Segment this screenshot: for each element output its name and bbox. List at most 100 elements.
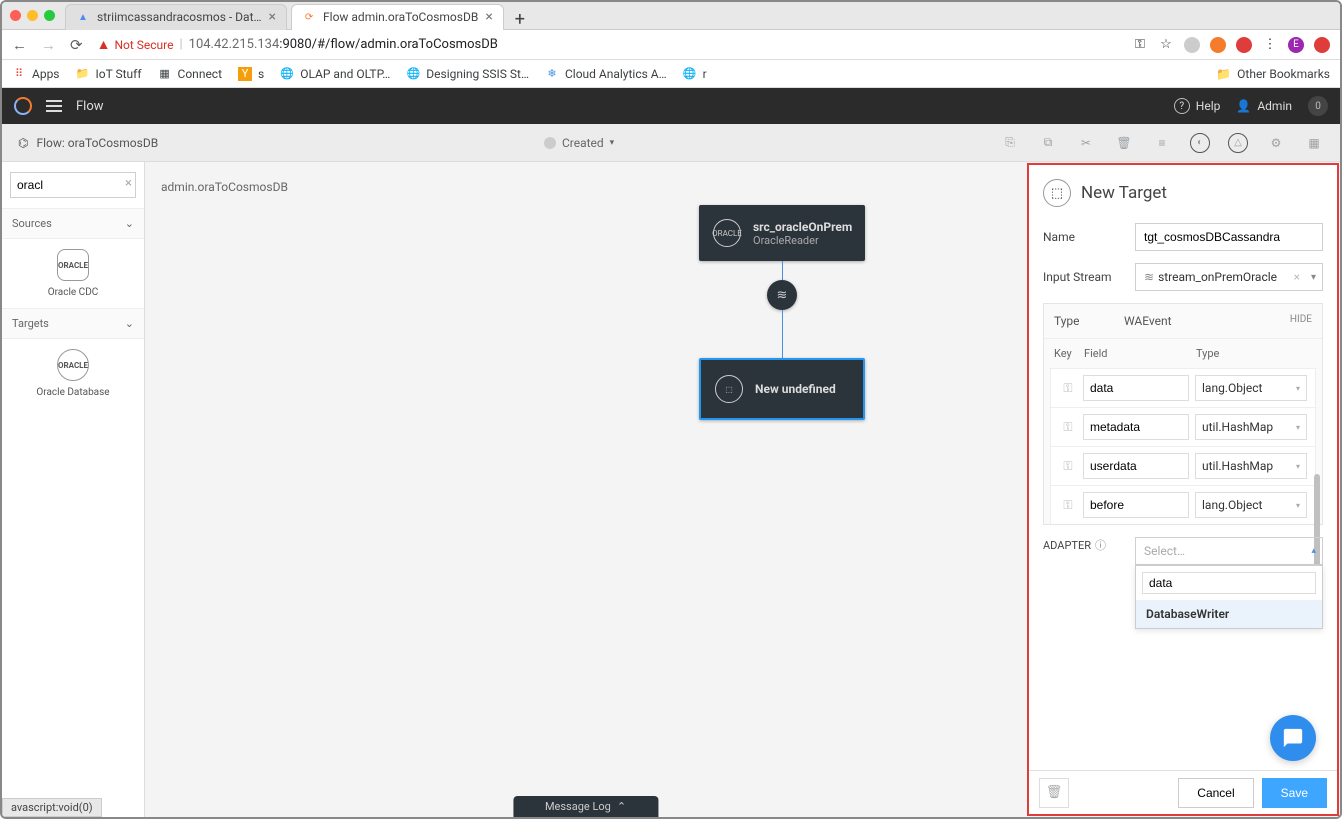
chevron-down-icon: ▾ — [1311, 272, 1316, 283]
bookmark-item[interactable]: 🌐r — [683, 67, 707, 81]
sidebar-item-oracle-cdc[interactable]: ORACLE Oracle CDC — [2, 239, 144, 308]
gear-icon[interactable]: ⚙ — [1266, 133, 1286, 153]
adapter-option[interactable]: DatabaseWriter — [1136, 600, 1322, 628]
alert-icon[interactable]: △ — [1228, 133, 1248, 153]
hide-toggle[interactable]: HIDE — [1290, 314, 1312, 328]
back-button[interactable]: ← — [12, 36, 27, 54]
close-window[interactable] — [10, 10, 21, 21]
sources-header[interactable]: Sources⌄ — [2, 208, 144, 239]
trash-icon[interactable]: 🗑 — [1114, 133, 1134, 153]
ext-icon[interactable] — [1236, 37, 1252, 53]
save-button[interactable]: Save — [1262, 778, 1327, 808]
minimize-window[interactable] — [27, 10, 38, 21]
field-name-input[interactable] — [1083, 453, 1189, 479]
oracle-icon: ORACLE — [57, 249, 89, 281]
input-stream-select[interactable]: ≋ stream_onPremOracle × ▾ — [1135, 263, 1323, 291]
chevron-down-icon: ▾ — [1296, 462, 1300, 471]
ext-icon[interactable] — [1210, 37, 1226, 53]
apps-button[interactable]: ⠿Apps — [12, 67, 60, 81]
star-icon[interactable]: ☆ — [1158, 37, 1174, 53]
search-input[interactable] — [10, 172, 136, 198]
target-node[interactable]: ⬚ New undefined — [699, 358, 865, 420]
list-icon[interactable]: ≡ — [1152, 133, 1172, 153]
key-icon[interactable]: ⚿ — [1132, 37, 1148, 53]
menu-icon[interactable] — [46, 100, 62, 112]
node-subtitle: OracleReader — [753, 234, 852, 247]
adapter-select[interactable]: Select…▴ — [1135, 537, 1323, 565]
cancel-button[interactable]: Cancel — [1178, 778, 1253, 808]
info-icon[interactable]: ⓘ — [1095, 537, 1106, 553]
profile-avatar[interactable]: E — [1288, 37, 1304, 53]
admin-link[interactable]: 👤Admin — [1236, 99, 1292, 113]
panel-header: ⬚ New Target — [1043, 179, 1323, 207]
help-link[interactable]: ?Help — [1174, 98, 1221, 114]
url-field[interactable]: ▲Not Secure | 104.42.215.134:9080/#/flow… — [97, 36, 1118, 53]
field-row: ⚿ lang.Object▾ — [1050, 368, 1316, 407]
name-label: Name — [1043, 230, 1125, 244]
panel-footer: 🗑 Cancel Save — [1029, 770, 1337, 814]
node-title: src_oracleOnPrem — [753, 220, 852, 234]
key-icon[interactable]: ⚿ — [1059, 498, 1077, 513]
key-icon[interactable]: ⚿ — [1059, 459, 1077, 474]
chat-icon — [1282, 727, 1304, 749]
clear-icon[interactable]: × — [1294, 270, 1300, 284]
field-type-select[interactable]: util.HashMap▾ — [1195, 414, 1307, 440]
more-icon[interactable]: ⋮ — [1262, 37, 1278, 53]
chevron-down-icon: ▾ — [1296, 384, 1300, 393]
targets-header[interactable]: Targets⌄ — [2, 308, 144, 339]
maximize-window[interactable] — [44, 10, 55, 21]
adapter-search-input[interactable] — [1142, 572, 1316, 594]
name-input[interactable] — [1135, 223, 1323, 251]
addr-icons: ⚿ ☆ ⋮ E — [1132, 37, 1330, 53]
field-type-select[interactable]: lang.Object▾ — [1195, 375, 1307, 401]
chat-fab[interactable] — [1270, 715, 1316, 761]
bookmark-item[interactable]: ❄Cloud Analytics A… — [545, 67, 667, 81]
chevron-down-icon: ▾ — [1296, 501, 1300, 510]
key-icon[interactable]: ⚿ — [1059, 420, 1077, 435]
app-logo[interactable] — [14, 97, 32, 115]
message-log[interactable]: Message Log⌃ — [513, 796, 658, 817]
delete-button[interactable]: 🗑 — [1039, 778, 1069, 808]
stream-node[interactable]: ≋ — [767, 280, 797, 310]
address-bar: ← → ⟳ ▲Not Secure | 104.42.215.134:9080/… — [2, 30, 1340, 60]
field-row: ⚿ util.HashMap▾ — [1050, 407, 1316, 446]
chevron-down-icon: ⌄ — [125, 217, 134, 230]
flow-status[interactable]: Created▾ — [544, 136, 614, 150]
copy-icon[interactable]: ⎘ — [1000, 133, 1020, 153]
field-type-select[interactable]: lang.Object▾ — [1195, 492, 1307, 518]
ext-icon[interactable] — [1184, 37, 1200, 53]
scissors-icon[interactable]: ✂ — [1076, 133, 1096, 153]
clear-icon[interactable]: × — [125, 176, 132, 191]
bookmark-item[interactable]: 🌐Designing SSIS St… — [406, 67, 529, 81]
ext-icon[interactable] — [1314, 37, 1330, 53]
type-label: Type — [1054, 314, 1124, 328]
duplicate-icon[interactable]: ⧉ — [1038, 133, 1058, 153]
gauge-icon[interactable]: ◐ — [1190, 133, 1210, 153]
grid-icon[interactable]: ▦ — [1304, 133, 1324, 153]
field-name-input[interactable] — [1083, 492, 1189, 518]
close-tab-icon[interactable]: × — [485, 10, 492, 24]
field-name-input[interactable] — [1083, 414, 1189, 440]
new-tab-button[interactable]: + — [508, 9, 532, 30]
forward-button[interactable]: → — [41, 36, 56, 54]
adapter-row: ADAPTER ⓘ Select…▴ DatabaseWriter — [1043, 537, 1323, 565]
chevron-down-icon: ▾ — [1296, 423, 1300, 432]
field-name-input[interactable] — [1083, 375, 1189, 401]
field-type-select[interactable]: util.HashMap▾ — [1195, 453, 1307, 479]
bookmark-item[interactable]: 📁IoT Stuff — [76, 67, 142, 81]
bookmark-item[interactable]: Ys — [238, 67, 264, 81]
other-bookmarks[interactable]: 📁Other Bookmarks — [1216, 67, 1330, 81]
browser-tab[interactable]: ⟳ Flow admin.oraToCosmosDB × — [291, 4, 504, 30]
close-tab-icon[interactable]: × — [269, 10, 276, 24]
source-node[interactable]: ORACLE src_oracleOnPrem OracleReader — [699, 205, 865, 261]
flow-canvas[interactable]: admin.oraToCosmosDB ORACLE src_oracleOnP… — [145, 162, 1026, 817]
bookmark-item[interactable]: ▦Connect — [158, 67, 222, 81]
reload-button[interactable]: ⟳ — [70, 36, 83, 54]
input-stream-label: Input Stream — [1043, 270, 1125, 284]
col-type: Type — [1196, 347, 1312, 360]
browser-tab[interactable]: ▲ striimcassandracosmos - Dat… × — [65, 4, 287, 30]
bookmarks-bar: ⠿Apps 📁IoT Stuff ▦Connect Ys 🌐OLAP and O… — [2, 60, 1340, 88]
sidebar-item-oracle-db[interactable]: ORACLE Oracle Database — [2, 339, 144, 408]
key-icon[interactable]: ⚿ — [1059, 381, 1077, 396]
bookmark-item[interactable]: 🌐OLAP and OLTP… — [280, 67, 390, 81]
